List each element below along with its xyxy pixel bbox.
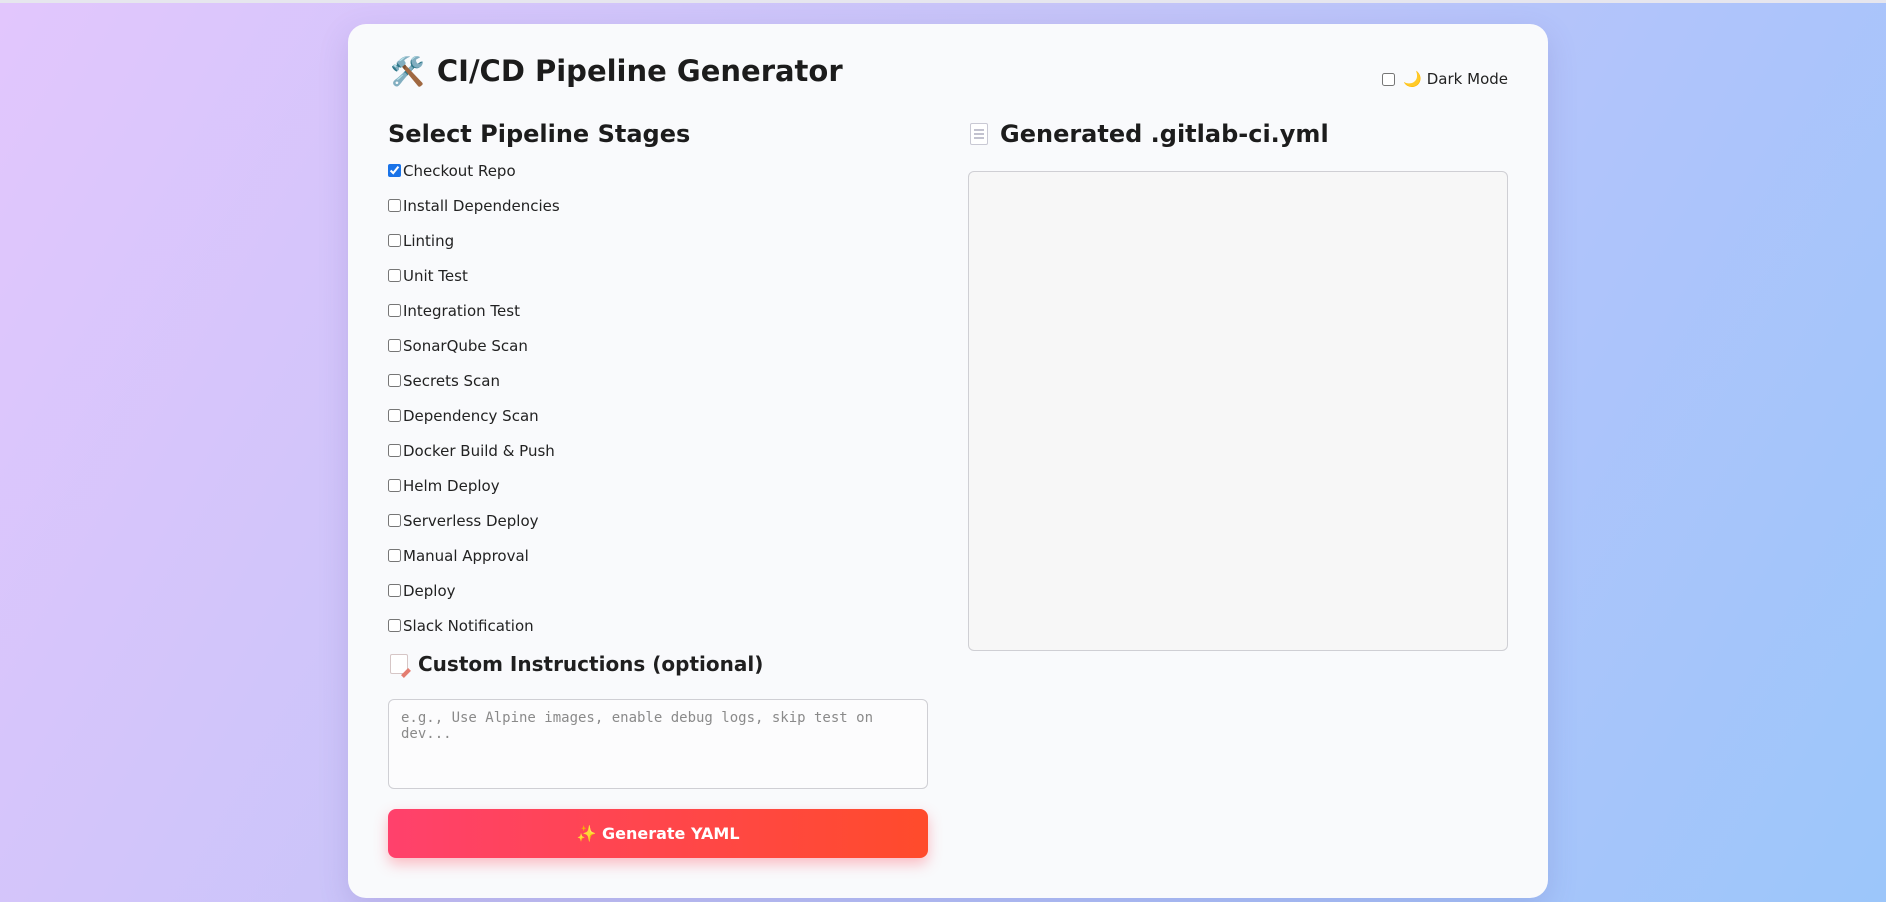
stage-item[interactable]: SonarQube Scan [388,337,908,372]
stage-label: Dependency Scan [403,407,539,425]
memo-icon [390,654,408,674]
stage-label: Serverless Deploy [403,512,539,530]
stage-item[interactable]: Manual Approval [388,547,908,582]
stages-heading-text: Select Pipeline Stages [388,120,691,148]
custom-instructions-heading: Custom Instructions (optional) [390,652,763,676]
stage-checkbox[interactable] [388,269,401,282]
stage-label: Manual Approval [403,547,529,565]
stage-label: Unit Test [403,267,468,285]
stage-checkbox[interactable] [388,374,401,387]
stage-label: Linting [403,232,455,250]
stage-item[interactable]: Checkout Repo [388,162,908,197]
custom-instructions-heading-text: Custom Instructions (optional) [418,652,764,676]
stages-list: Checkout Repo Install Dependencies Linting… [388,162,908,652]
page-title-text: CI/CD Pipeline Generator [436,54,843,88]
output-heading: Generated .gitlab-ci.yml [970,120,1329,148]
stage-item[interactable]: Install Dependencies [388,197,908,232]
dark-mode-checkbox[interactable] [1382,72,1396,86]
window-top-border [0,0,1886,3]
custom-instructions-input[interactable] [388,699,928,789]
stage-checkbox[interactable] [388,164,401,177]
stage-checkbox[interactable] [388,479,401,492]
stage-item[interactable]: Linting [388,232,908,267]
generated-yaml-output[interactable] [968,171,1508,651]
stage-label: Helm Deploy [403,477,500,495]
stage-checkbox[interactable] [388,339,401,352]
stage-label: Checkout Repo [403,162,516,180]
stage-checkbox[interactable] [388,444,401,457]
stage-checkbox[interactable] [388,234,401,247]
stage-item[interactable]: Dependency Scan [388,407,908,442]
stages-heading: Select Pipeline Stages [388,120,690,148]
generate-yaml-button[interactable]: ✨ Generate YAML [388,809,928,858]
generator-card: 🛠️ CI/CD Pipeline Generator 🌙 Dark Mode … [348,24,1548,898]
stage-label: Deploy [403,582,456,600]
dark-mode-label: 🌙 Dark Mode [1403,70,1508,88]
stage-item[interactable]: Integration Test [388,302,908,337]
page-title: 🛠️ CI/CD Pipeline Generator [390,54,843,88]
stage-checkbox[interactable] [388,549,401,562]
stage-item[interactable]: Secrets Scan [388,372,908,407]
stage-item[interactable]: Helm Deploy [388,477,908,512]
stage-checkbox[interactable] [388,199,401,212]
stage-label: Docker Build & Push [403,442,555,460]
output-heading-text: Generated .gitlab-ci.yml [1000,120,1329,148]
stage-item[interactable]: Deploy [388,582,908,617]
stage-item[interactable]: Unit Test [388,267,908,302]
document-icon [970,123,988,145]
stage-checkbox[interactable] [388,514,401,527]
stage-checkbox[interactable] [388,409,401,422]
stage-checkbox[interactable] [388,304,401,317]
stage-item[interactable]: Slack Notification [388,617,908,652]
stage-label: Secrets Scan [403,372,500,390]
stage-label: Integration Test [403,302,520,320]
stage-item[interactable]: Serverless Deploy [388,512,908,547]
stage-label: SonarQube Scan [403,337,528,355]
stage-label: Slack Notification [403,617,534,635]
hammer-and-wrench-icon: 🛠️ [390,54,425,88]
dark-mode-toggle[interactable]: 🌙 Dark Mode [1382,70,1508,88]
stage-label: Install Dependencies [403,197,560,215]
stage-checkbox[interactable] [388,584,401,597]
stage-item[interactable]: Docker Build & Push [388,442,908,477]
stage-checkbox[interactable] [388,619,401,632]
